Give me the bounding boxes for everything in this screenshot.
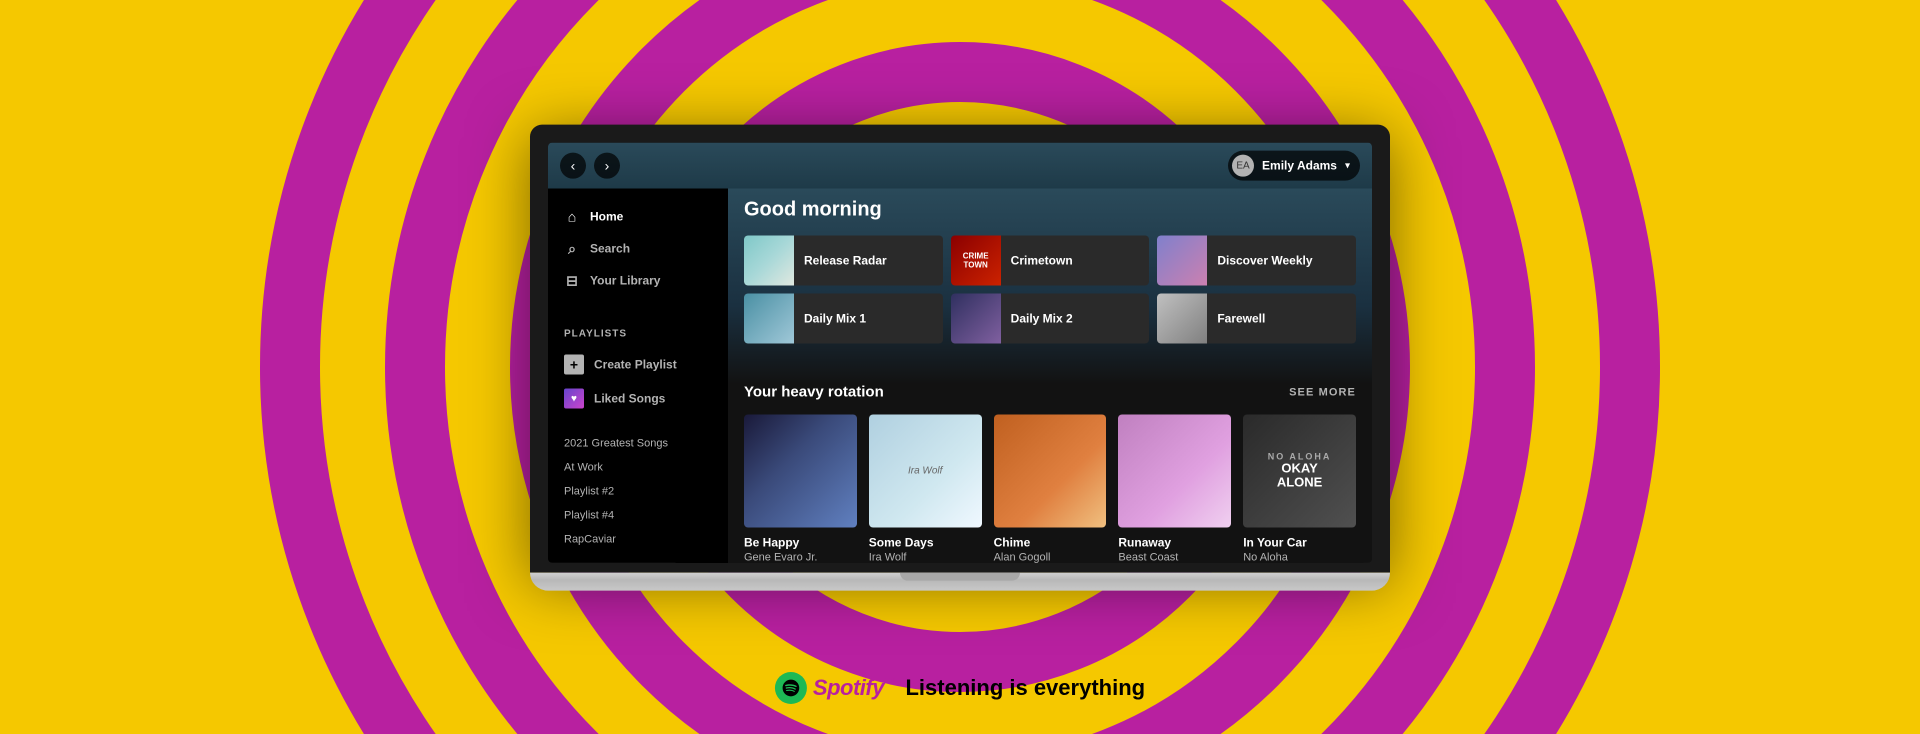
be-happy-title: Be Happy <box>744 535 857 549</box>
liked-songs-item[interactable]: ♥ Liked Songs <box>548 382 728 416</box>
daily-mix-2-thumb <box>951 294 1001 344</box>
release-radar-label: Release Radar <box>804 254 887 268</box>
user-menu[interactable]: EA Emily Adams ▾ <box>1228 151 1360 181</box>
rotation-card-in-your-car[interactable]: NO ALOHA OKAYALONE In Your Car No Aloha <box>1243 415 1356 563</box>
create-playlist-label: Create Playlist <box>594 358 677 372</box>
runaway-artist: Beast Coast <box>1118 551 1231 562</box>
chime-thumb <box>994 415 1107 528</box>
section-header: Your heavy rotation SEE MORE <box>744 384 1356 401</box>
some-days-title: Some Days <box>869 535 982 549</box>
spotify-branding: Spotify™ Listening is everything <box>775 672 1145 704</box>
morning-card-daily-mix-1[interactable]: Daily Mix 1 <box>744 294 943 344</box>
laptop-base <box>530 573 1390 591</box>
sidebar-item-library[interactable]: ⊟ Your Library <box>548 265 728 297</box>
daily-mix-1-thumb <box>744 294 794 344</box>
create-playlist-item[interactable]: + Create Playlist <box>548 348 728 382</box>
morning-card-release-radar[interactable]: Release Radar <box>744 236 943 286</box>
runaway-thumb <box>1118 415 1231 528</box>
sidebar-item-search[interactable]: ⌕ Search <box>548 233 728 265</box>
daily-mix-2-label: Daily Mix 2 <box>1011 312 1073 326</box>
rotation-card-some-days[interactable]: Ira Wolf Some Days Ira Wolf <box>869 415 982 563</box>
runaway-title: Runaway <box>1118 535 1231 549</box>
rotation-card-chime[interactable]: Chime Alan Gogoll <box>994 415 1107 563</box>
rotation-grid: Be Happy Gene Evaro Jr. Ira Wolf Some Da… <box>744 415 1356 563</box>
be-happy-artist: Gene Evaro Jr. <box>744 551 857 562</box>
spotify-wordmark: Spotify™ <box>813 675 896 701</box>
user-name-label: Emily Adams <box>1262 159 1337 173</box>
see-more-button[interactable]: SEE MORE <box>1289 386 1356 398</box>
list-item[interactable]: Playlist #2 <box>548 480 728 504</box>
sidebar-item-home[interactable]: ⌂ Home <box>548 201 728 233</box>
main-content: Good morning Release Radar <box>728 189 1372 563</box>
back-button[interactable]: ‹ <box>560 153 586 179</box>
home-icon: ⌂ <box>564 209 580 225</box>
list-item[interactable]: RapCaviar <box>548 528 728 552</box>
sidebar-library-label: Your Library <box>590 274 660 288</box>
nav-buttons: ‹ › <box>560 153 620 179</box>
sidebar-search-label: Search <box>590 242 630 256</box>
farewell-thumb <box>1157 294 1207 344</box>
be-happy-thumb <box>744 415 857 528</box>
list-item[interactable]: 2021 Greatest Songs <box>548 432 728 456</box>
in-your-car-artist: No Aloha <box>1243 551 1356 562</box>
forward-button[interactable]: › <box>594 153 620 179</box>
spotify-icon <box>775 672 807 704</box>
liked-songs-icon: ♥ <box>564 389 584 409</box>
discover-weekly-label: Discover Weekly <box>1217 254 1312 268</box>
morning-card-daily-mix-2[interactable]: Daily Mix 2 <box>951 294 1150 344</box>
crimetown-label: Crimetown <box>1011 254 1073 268</box>
heavy-rotation-section: Your heavy rotation SEE MORE Be Happy Ge… <box>728 384 1372 563</box>
laptop-container: ‹ › EA Emily Adams ▾ ⌂ Home <box>530 125 1390 591</box>
spotify-tagline: Listening is everything <box>905 675 1145 701</box>
chime-title: Chime <box>994 535 1107 549</box>
chime-artist: Alan Gogoll <box>994 551 1107 562</box>
app-screen: ‹ › EA Emily Adams ▾ ⌂ Home <box>548 143 1372 563</box>
screen-bezel: ‹ › EA Emily Adams ▾ ⌂ Home <box>530 125 1390 573</box>
library-icon: ⊟ <box>564 273 580 289</box>
liked-songs-label: Liked Songs <box>594 392 665 406</box>
morning-cards-grid: Release Radar CRIME TOWN Crimetown <box>744 236 1356 344</box>
release-radar-thumb <box>744 236 794 286</box>
avatar: EA <box>1232 155 1254 177</box>
create-playlist-icon: + <box>564 355 584 375</box>
sidebar-home-label: Home <box>590 210 623 224</box>
daily-mix-1-label: Daily Mix 1 <box>804 312 866 326</box>
chevron-down-icon: ▾ <box>1345 160 1350 171</box>
spotify-logo: Spotify™ <box>775 672 896 704</box>
greeting-title: Good morning <box>744 199 1356 222</box>
heavy-rotation-title: Your heavy rotation <box>744 384 884 401</box>
rotation-card-be-happy[interactable]: Be Happy Gene Evaro Jr. <box>744 415 857 563</box>
sidebar: ⌂ Home ⌕ Search ⊟ Your Library PLAYLISTS <box>548 189 728 563</box>
morning-card-discover-weekly[interactable]: Discover Weekly <box>1157 236 1356 286</box>
some-days-artist: Ira Wolf <box>869 551 982 562</box>
rotation-card-runaway[interactable]: Runaway Beast Coast <box>1118 415 1231 563</box>
discover-weekly-thumb <box>1157 236 1207 286</box>
farewell-label: Farewell <box>1217 312 1265 326</box>
search-icon: ⌕ <box>564 241 580 257</box>
list-item[interactable]: Playlist #4 <box>548 504 728 528</box>
crimetown-thumb: CRIME TOWN <box>951 236 1001 286</box>
playlists-section-label: PLAYLISTS <box>548 313 728 348</box>
morning-card-farewell[interactable]: Farewell <box>1157 294 1356 344</box>
gradient-header: Good morning Release Radar <box>728 189 1372 384</box>
app-layout: ⌂ Home ⌕ Search ⊟ Your Library PLAYLISTS <box>548 189 1372 563</box>
in-your-car-title: In Your Car <box>1243 535 1356 549</box>
in-your-car-thumb: NO ALOHA OKAYALONE <box>1243 415 1356 528</box>
some-days-thumb: Ira Wolf <box>869 415 982 528</box>
list-item[interactable]: At Work <box>548 456 728 480</box>
morning-card-crimetown[interactable]: CRIME TOWN Crimetown <box>951 236 1150 286</box>
